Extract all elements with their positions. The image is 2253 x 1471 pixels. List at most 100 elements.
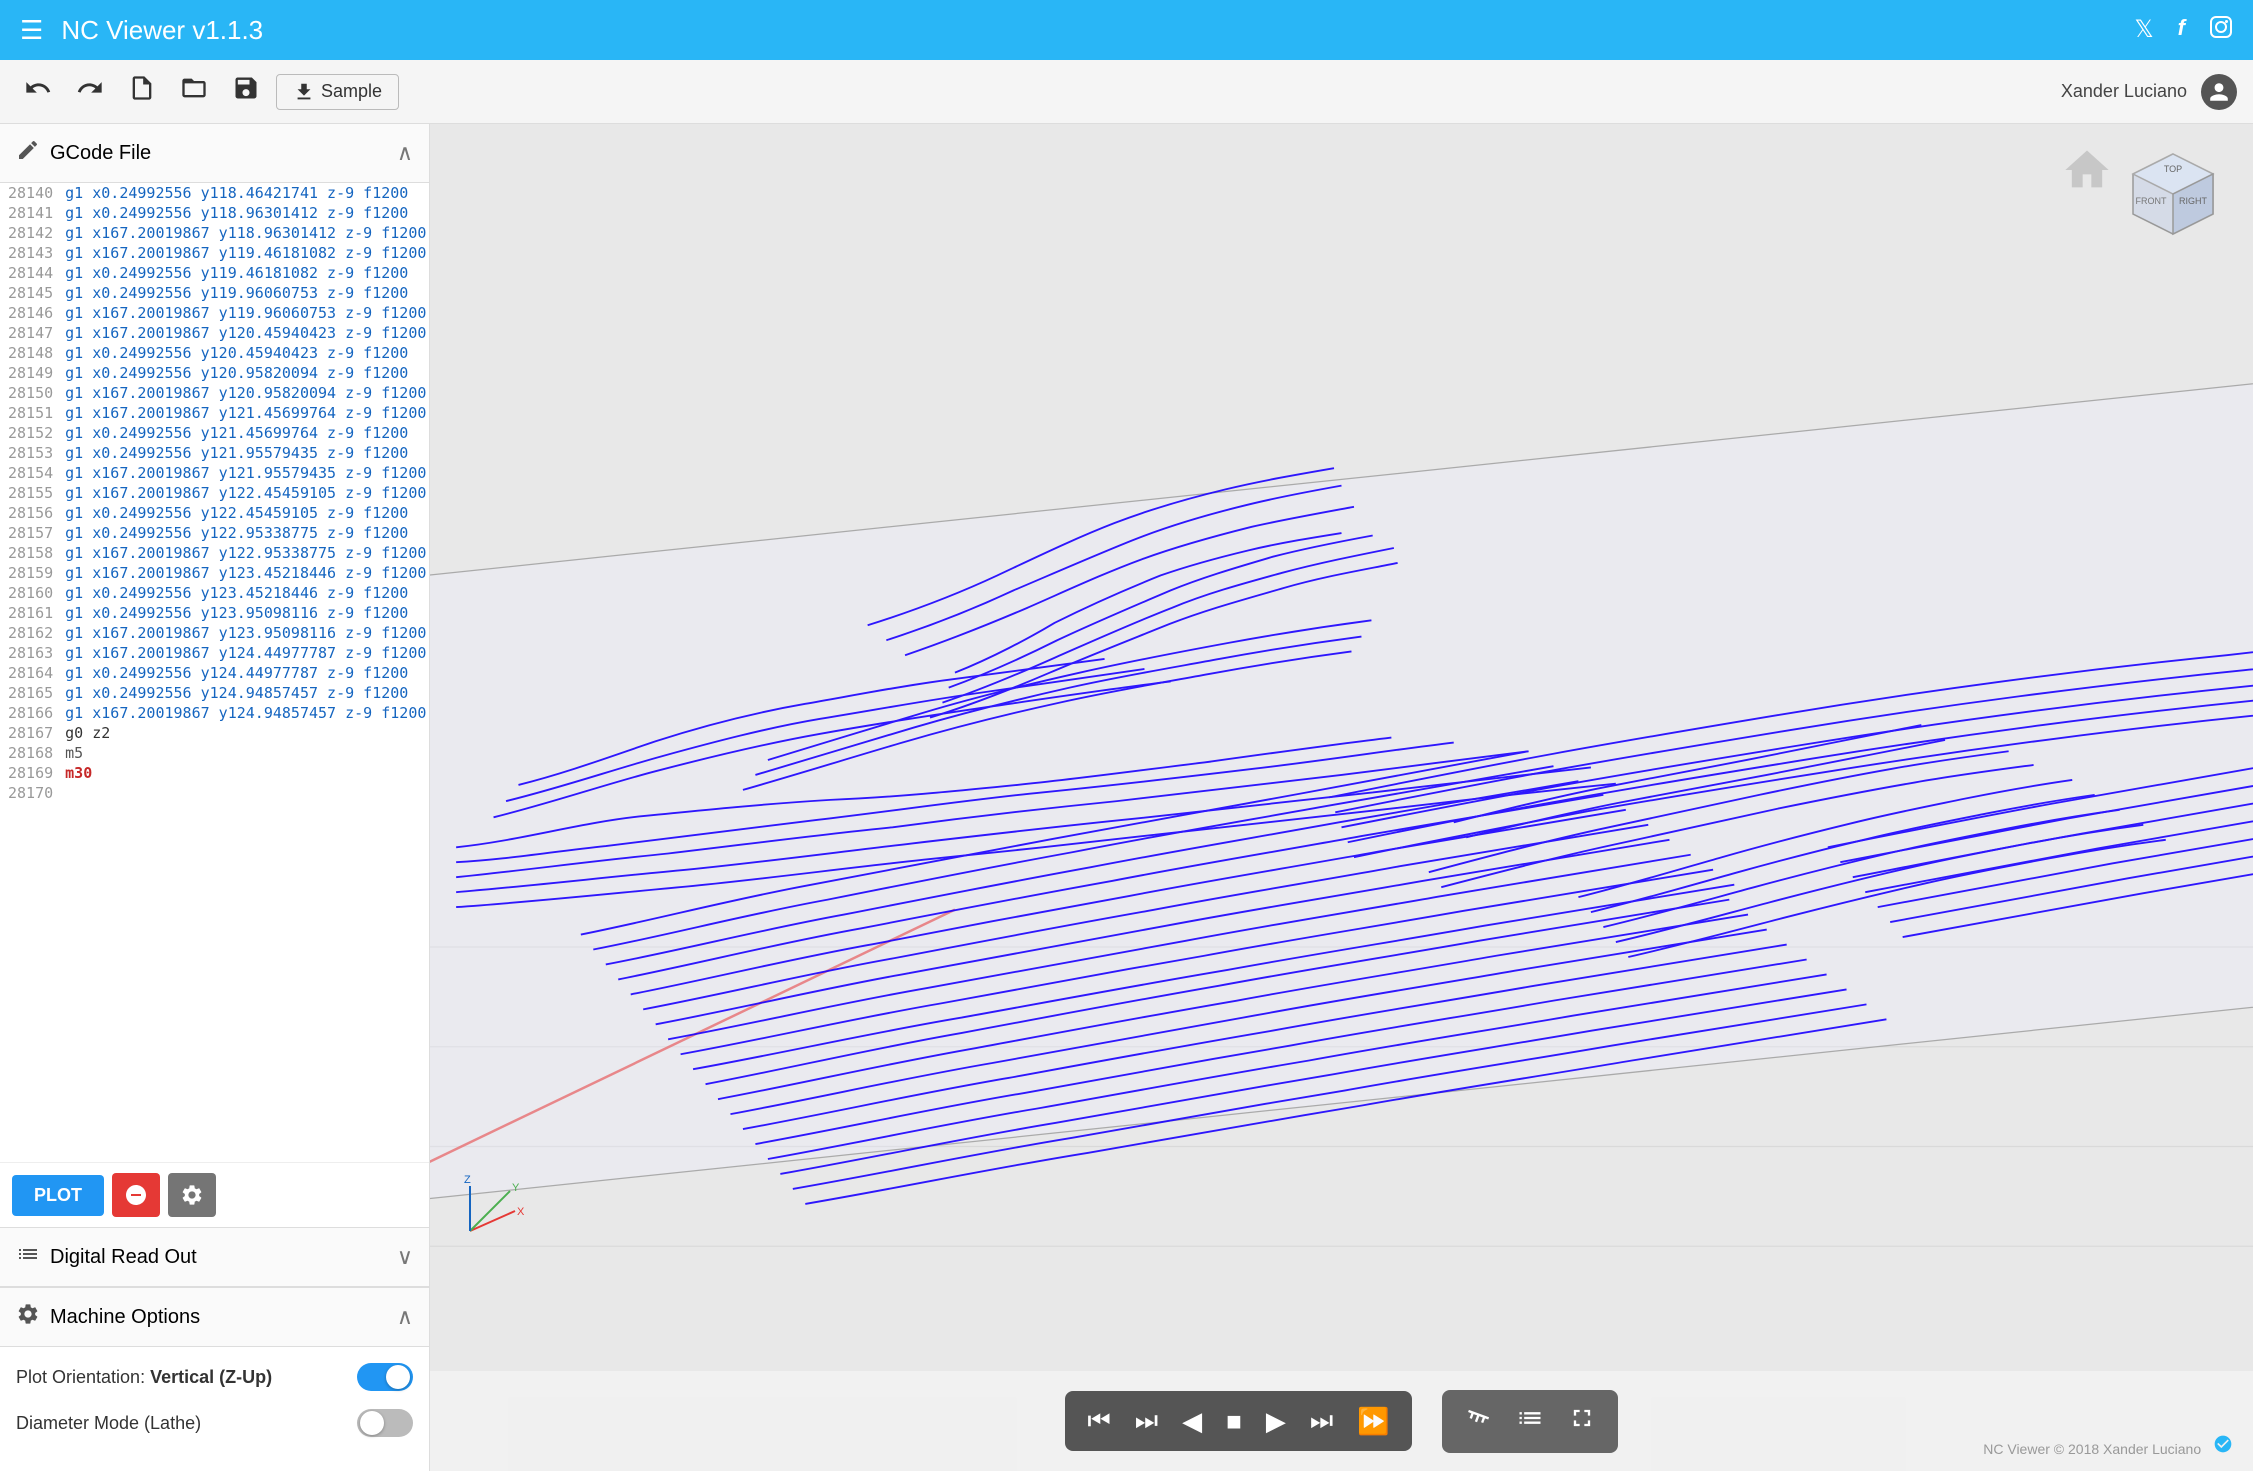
twitter-icon[interactable]: 𝕏 (2134, 15, 2153, 46)
svg-text:Y: Y (512, 1182, 520, 1194)
canvas-area[interactable]: TOP RIGHT FRONT X Y Z (430, 124, 2253, 1371)
play-button[interactable]: ▶ (1256, 1400, 1296, 1443)
skip-to-end-button[interactable]: ⏩ (1347, 1400, 1399, 1443)
facebook-icon[interactable]: f (2178, 15, 2185, 46)
gcode-line[interactable]: 28149g1 x0.24992556 y120.95820094 z-9 f1… (0, 363, 429, 383)
skip-to-start-button[interactable]: ⏮ (1077, 1399, 1120, 1443)
gcode-line[interactable]: 28164g1 x0.24992556 y124.44977787 z-9 f1… (0, 663, 429, 683)
app-title: NC Viewer v1.1.3 (61, 15, 2134, 46)
gcode-section-title: GCode File (50, 142, 397, 165)
plot-controls: PLOT (0, 1162, 429, 1227)
redo-button[interactable] (68, 68, 112, 115)
gcode-line[interactable]: 28154g1 x167.20019867 y121.95579435 z-9 … (0, 463, 429, 483)
username: Xander Luciano (2061, 81, 2187, 102)
gcode-line[interactable]: 28147g1 x167.20019867 y120.45940423 z-9 … (0, 323, 429, 343)
gcode-line[interactable]: 28166g1 x167.20019867 y124.94857457 z-9 … (0, 703, 429, 723)
transport-bar: ⏮ ⏭ ◀ ■ ▶ ⏭ ⏩ (430, 1371, 2253, 1471)
dro-section-header[interactable]: Digital Read Out ∨ (0, 1228, 429, 1287)
svg-text:RIGHT: RIGHT (2179, 196, 2208, 206)
settings-tool-button[interactable] (1506, 1398, 1554, 1445)
toolbar-right: Xander Luciano (2061, 74, 2237, 110)
open-file-button[interactable] (172, 68, 216, 115)
step-forward-button[interactable]: ⏭ (1300, 1399, 1343, 1443)
svg-text:FRONT: FRONT (2136, 196, 2167, 206)
gcode-line[interactable]: 28151g1 x167.20019867 y121.45699764 z-9 … (0, 403, 429, 423)
dro-icon (16, 1242, 40, 1272)
plot-button[interactable]: PLOT (12, 1175, 104, 1216)
gcode-line[interactable]: 28146g1 x167.20019867 y119.96060753 z-9 … (0, 303, 429, 323)
measure-tool-button[interactable] (1454, 1398, 1502, 1445)
gcode-line[interactable]: 28167g0 z2 (0, 723, 429, 743)
tool-controls (1442, 1390, 1618, 1453)
dro-chevron: ∨ (397, 1244, 413, 1270)
gcode-line[interactable]: 28169m30 (0, 763, 429, 783)
gcode-line[interactable]: 28144g1 x0.24992556 y119.46181082 z-9 f1… (0, 263, 429, 283)
dro-section: Digital Read Out ∨ (0, 1227, 429, 1287)
3d-visualization (430, 124, 2253, 1371)
playback-controls: ⏮ ⏭ ◀ ■ ▶ ⏭ ⏩ (1065, 1391, 1411, 1451)
machine-options-icon (16, 1302, 40, 1332)
rewind-button[interactable]: ◀ (1172, 1400, 1212, 1443)
machine-options-title: Machine Options (50, 1306, 397, 1329)
gcode-line[interactable]: 28168m5 (0, 743, 429, 763)
stop-button[interactable] (112, 1173, 160, 1217)
gcode-line[interactable]: 28150g1 x167.20019867 y120.95820094 z-9 … (0, 383, 429, 403)
svg-text:TOP: TOP (2164, 164, 2182, 174)
gcode-line-empty: 28170 (0, 783, 429, 803)
gcode-line[interactable]: 28159g1 x167.20019867 y123.45218446 z-9 … (0, 563, 429, 583)
gcode-line[interactable]: 28160g1 x0.24992556 y123.45218446 z-9 f1… (0, 583, 429, 603)
machine-options-header[interactable]: Machine Options ∧ (0, 1288, 429, 1347)
gcode-line[interactable]: 28143g1 x167.20019867 y119.46181082 z-9 … (0, 243, 429, 263)
gcode-line[interactable]: 28158g1 x167.20019867 y122.95338775 z-9 … (0, 543, 429, 563)
instagram-icon[interactable] (2209, 15, 2233, 46)
machine-options-section: Machine Options ∧ Plot Orientation: Vert… (0, 1287, 429, 1471)
gcode-line[interactable]: 28141g1 x0.24992556 y118.96301412 z-9 f1… (0, 203, 429, 223)
footer-icon (2213, 1441, 2233, 1457)
gcode-line[interactable]: 28157g1 x0.24992556 y122.95338775 z-9 f1… (0, 523, 429, 543)
svg-text:Z: Z (464, 1174, 471, 1186)
gcode-line[interactable]: 28148g1 x0.24992556 y120.45940423 z-9 f1… (0, 343, 429, 363)
undo-button[interactable] (16, 68, 60, 115)
home-button[interactable] (2061, 144, 2113, 196)
gcode-editor[interactable]: 28140g1 x0.24992556 y118.46421741 z-9 f1… (0, 183, 429, 1162)
step-back-button[interactable]: ⏭ (1125, 1399, 1168, 1443)
gcode-line[interactable]: 28156g1 x0.24992556 y122.45459105 z-9 f1… (0, 503, 429, 523)
gcode-lines-container: 28140g1 x0.24992556 y118.46421741 z-9 f1… (0, 183, 429, 803)
axis-indicator: X Y Z (450, 1171, 530, 1251)
left-panel: GCode File ∧ 28140g1 x0.24992556 y118.46… (0, 124, 430, 1471)
gcode-line[interactable]: 28161g1 x0.24992556 y123.95098116 z-9 f1… (0, 603, 429, 623)
gcode-line[interactable]: 28153g1 x0.24992556 y121.95579435 z-9 f1… (0, 443, 429, 463)
diameter-mode-label: Diameter Mode (Lathe) (16, 1413, 201, 1434)
toolbar: Sample Xander Luciano (0, 60, 2253, 124)
right-panel: TOP RIGHT FRONT X Y Z ⏮ ⏭ ◀ ■ (430, 124, 2253, 1471)
gcode-line[interactable]: 28155g1 x167.20019867 y122.45459105 z-9 … (0, 483, 429, 503)
plot-orientation-row: Plot Orientation: Vertical (Z-Up) (16, 1363, 413, 1391)
settings-button[interactable] (168, 1173, 216, 1217)
gcode-line[interactable]: 28145g1 x0.24992556 y119.96060753 z-9 f1… (0, 283, 429, 303)
gcode-line[interactable]: 28142g1 x167.20019867 y118.96301412 z-9 … (0, 223, 429, 243)
plot-orientation-toggle[interactable] (357, 1363, 413, 1391)
gcode-line[interactable]: 28162g1 x167.20019867 y123.95098116 z-9 … (0, 623, 429, 643)
main-layout: GCode File ∧ 28140g1 x0.24992556 y118.46… (0, 124, 2253, 1471)
topbar: ☰ NC Viewer v1.1.3 𝕏 f (0, 0, 2253, 60)
fullscreen-button[interactable] (1558, 1398, 1606, 1445)
gcode-chevron: ∧ (397, 140, 413, 166)
plot-orientation-label: Plot Orientation: Vertical (Z-Up) (16, 1367, 272, 1388)
social-icons: 𝕏 f (2134, 15, 2233, 46)
diameter-mode-row: Diameter Mode (Lathe) (16, 1409, 413, 1437)
gcode-line[interactable]: 28165g1 x0.24992556 y124.94857457 z-9 f1… (0, 683, 429, 703)
dro-section-title: Digital Read Out (50, 1246, 397, 1269)
diameter-mode-toggle[interactable] (357, 1409, 413, 1437)
stop-playback-button[interactable]: ■ (1216, 1400, 1252, 1443)
avatar[interactable] (2201, 74, 2237, 110)
sample-button[interactable]: Sample (276, 74, 399, 110)
copyright-text: NC Viewer © 2018 Xander Luciano (1983, 1441, 2201, 1457)
gcode-line[interactable]: 28140g1 x0.24992556 y118.46421741 z-9 f1… (0, 183, 429, 203)
gcode-section-header[interactable]: GCode File ∧ (0, 124, 429, 183)
gcode-line[interactable]: 28163g1 x167.20019867 y124.44977787 z-9 … (0, 643, 429, 663)
menu-icon[interactable]: ☰ (20, 15, 43, 46)
gcode-line[interactable]: 28152g1 x0.24992556 y121.45699764 z-9 f1… (0, 423, 429, 443)
cube-navigator[interactable]: TOP RIGHT FRONT (2113, 134, 2233, 254)
save-file-button[interactable] (224, 68, 268, 115)
new-file-button[interactable] (120, 68, 164, 115)
